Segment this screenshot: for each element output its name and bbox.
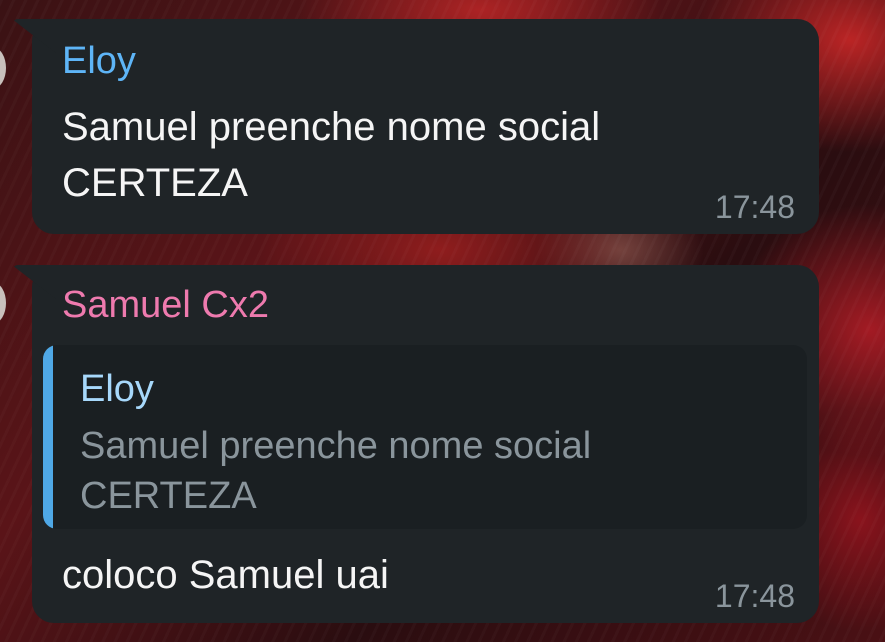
reply-sender-name: Eloy — [80, 368, 154, 410]
message-sender-name[interactable]: Eloy — [62, 39, 136, 83]
message-text: coloco Samuel uai — [62, 553, 389, 597]
message-bubble[interactable]: Samuel Cx2 Eloy Samuel preenche nome soc… — [12, 265, 819, 623]
reply-quote[interactable]: Eloy Samuel preenche nome social CERTEZA — [43, 345, 807, 529]
reply-text: Samuel preenche nome social CERTEZA — [80, 425, 592, 517]
message-sender-name[interactable]: Samuel Cx2 — [62, 283, 269, 327]
message-bubble[interactable]: Eloy Samuel preenche nome social CERTEZA… — [12, 19, 819, 234]
message-text: Samuel preenche nome social CERTEZA — [62, 105, 601, 205]
message-timestamp: 17:48 — [714, 578, 795, 614]
reply-accent-bar — [43, 345, 53, 529]
message-timestamp: 17:48 — [714, 189, 795, 225]
